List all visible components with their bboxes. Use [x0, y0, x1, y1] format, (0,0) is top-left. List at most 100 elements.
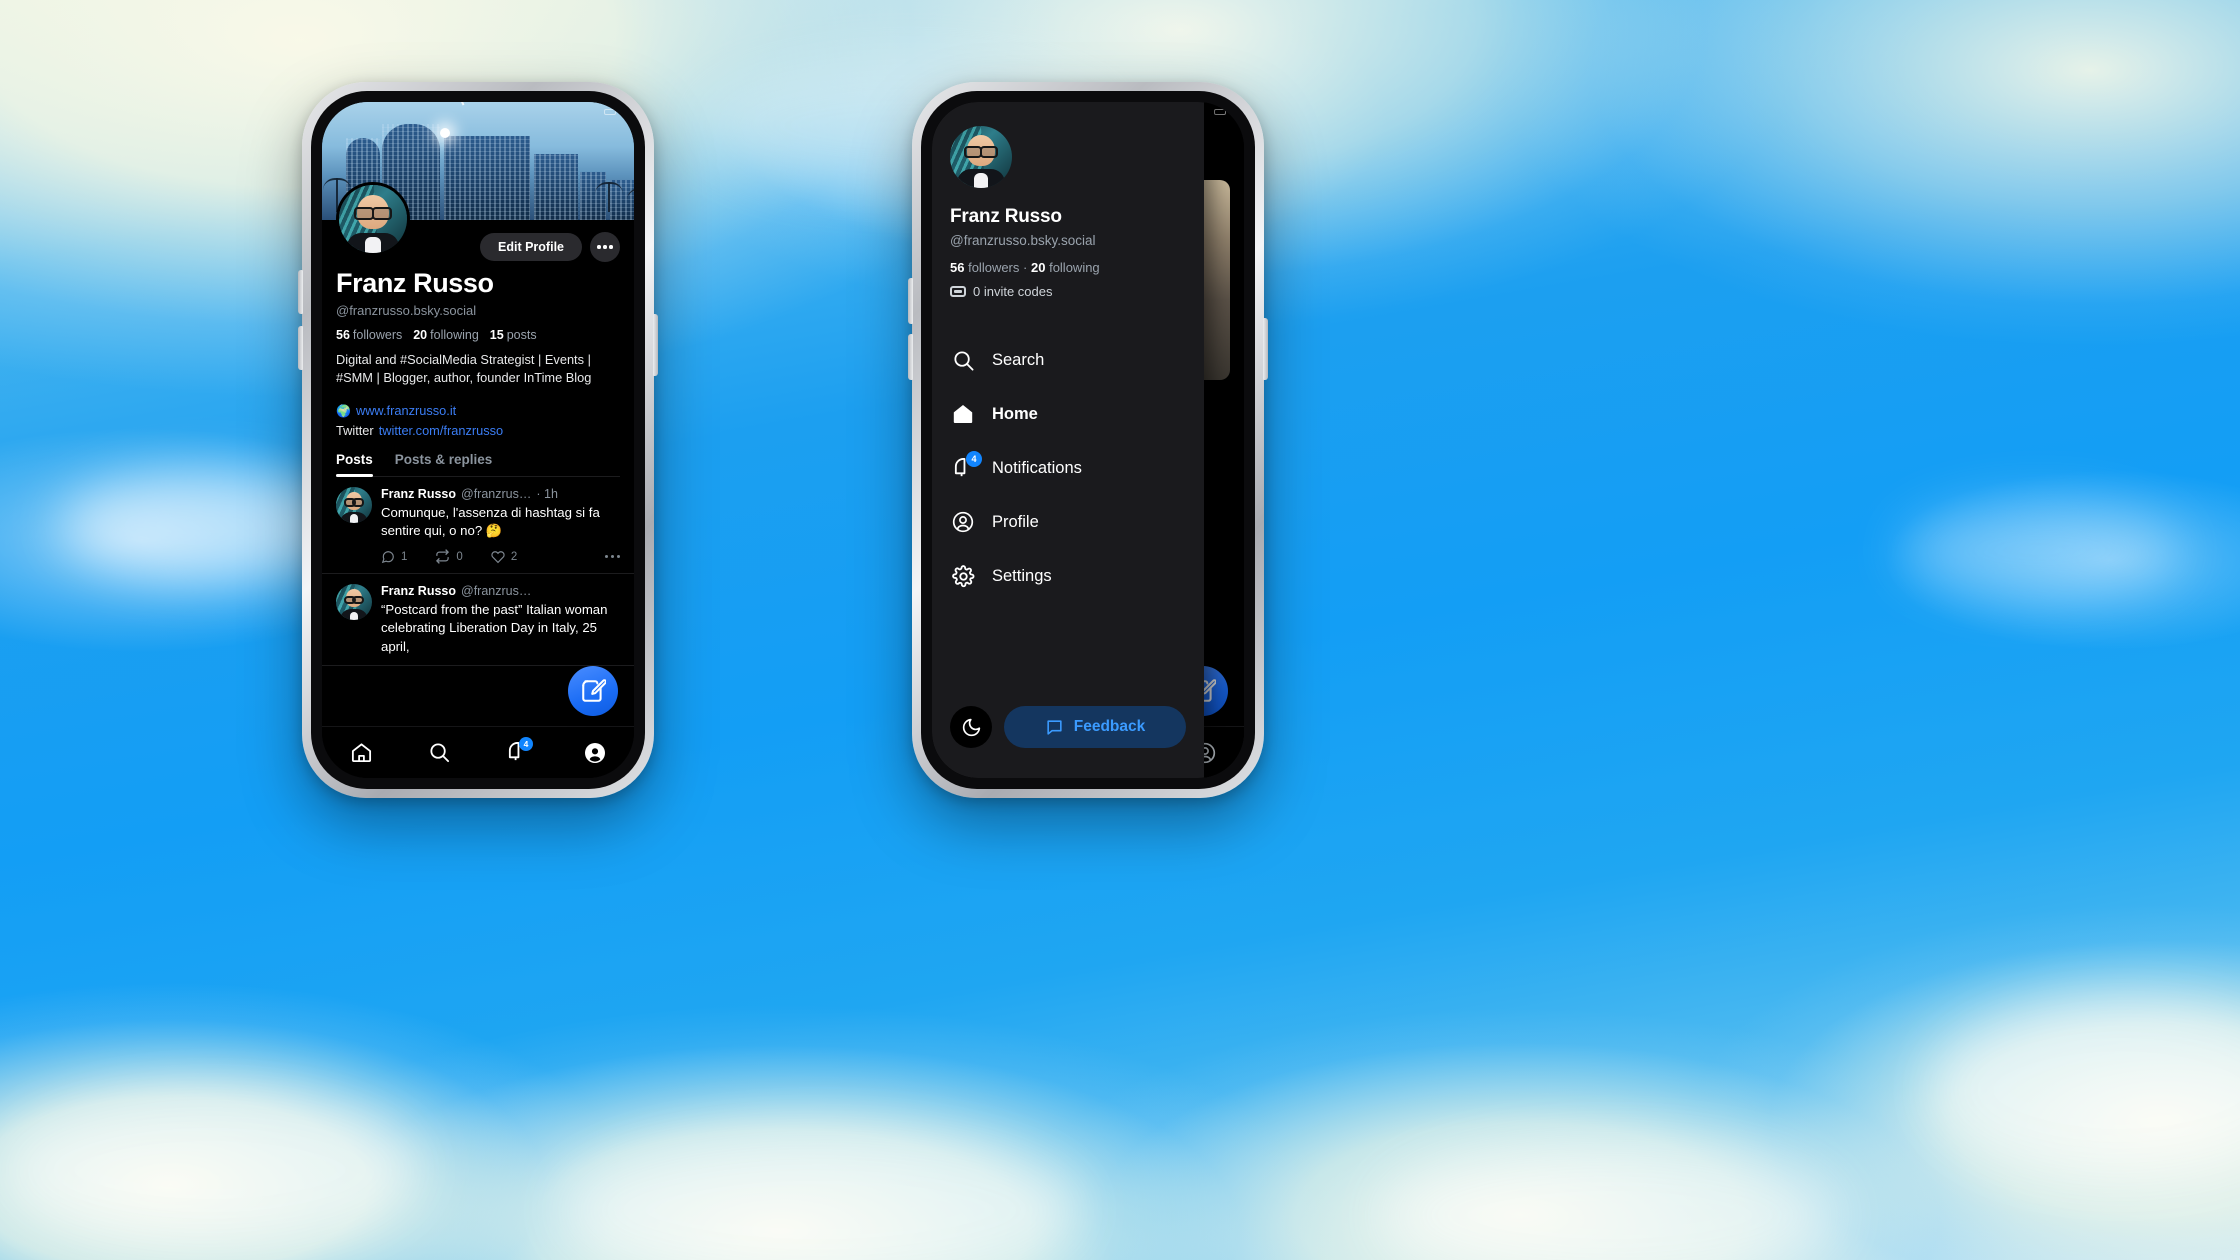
repost-count: 0 — [456, 550, 463, 563]
avatar-image — [950, 126, 1012, 188]
avatar-shirt — [349, 611, 359, 621]
followers-count: 56 — [336, 328, 350, 342]
drawer-handle: @franzrusso.bsky.social — [950, 233, 1096, 248]
profile-more-button[interactable] — [590, 232, 620, 262]
profile-tabs: Posts Posts & replies — [336, 452, 620, 477]
post-actions: 1 0 2 — [381, 549, 620, 564]
speech-bubble-icon — [1047, 719, 1062, 735]
power-button[interactable] — [653, 314, 658, 376]
post-author: Franz Russo — [381, 486, 457, 501]
drawer-display-name: Franz Russo — [950, 206, 1062, 227]
feedback-label: Feedback — [1073, 718, 1146, 735]
sidebar-item-label: Profile — [992, 512, 1039, 531]
post-handle: @franzrus… — [461, 584, 532, 599]
like-count: 2 — [510, 550, 518, 563]
stat-following[interactable]: 20 following — [413, 328, 479, 342]
tab-posts-replies[interactable]: Posts & replies — [395, 452, 493, 476]
like-button[interactable]: 2 — [491, 550, 517, 564]
drawer-followers-label: followers — [968, 260, 1020, 275]
website-link[interactable]: www.franzrusso.it — [356, 401, 456, 420]
feedback-button[interactable]: Feedback — [1004, 706, 1186, 748]
post-author: Franz Russo — [381, 584, 457, 599]
sidebar-item-search[interactable]: Search — [950, 333, 1186, 387]
post-timestamp: · 1h — [536, 486, 558, 501]
profile-header: Edit Profile Franz Russo @franzrusso.bsk… — [322, 182, 634, 477]
page-title: Franz Russo — [336, 268, 494, 298]
ellipsis-icon — [597, 245, 613, 249]
following-count: 20 — [413, 328, 428, 342]
sidebar-item-profile[interactable]: Profile — [950, 495, 1186, 549]
phone-right-screen: s hard in er I'll neer cided ner • • • ·… — [932, 102, 1244, 778]
stat-followers[interactable]: 56 followers — [336, 328, 402, 342]
tab-profile[interactable] — [573, 731, 617, 775]
sidebar-item-label: Notifications — [992, 458, 1082, 477]
avatar-shirt — [973, 173, 989, 188]
tab-notifications[interactable]: 4 — [495, 731, 539, 775]
volume-down-button[interactable] — [908, 334, 913, 380]
bell-icon: 4 — [950, 451, 982, 481]
volume-down-button[interactable] — [298, 326, 303, 370]
compose-icon — [582, 679, 606, 702]
volume-up-button[interactable] — [298, 270, 303, 314]
followers-label: followers — [352, 328, 403, 342]
table-row[interactable]: Franz Russo @franzrus… “Postcard from th… — [322, 574, 634, 666]
notification-badge: 4 — [966, 451, 982, 467]
comment-icon — [381, 550, 394, 563]
drawer-invite-codes[interactable]: 0 invite codes — [950, 284, 1186, 299]
tab-posts[interactable]: Posts — [336, 452, 373, 477]
gear-icon — [950, 563, 976, 589]
phone-right: s hard in er I'll neer cided ner • • • ·… — [908, 82, 1268, 798]
search-icon — [429, 743, 449, 763]
navigation-drawer: Franz Russo @franzrusso.bsky.social 56 f… — [932, 102, 1204, 778]
volume-up-button[interactable] — [908, 278, 913, 324]
post-header: Franz Russo @franzrus… — [381, 584, 620, 598]
compose-button[interactable] — [568, 666, 618, 716]
post-more-button[interactable] — [604, 554, 620, 559]
avatar-image — [339, 185, 407, 253]
power-button[interactable] — [1263, 318, 1268, 380]
theme-toggle-button[interactable] — [950, 706, 992, 748]
home-icon — [351, 743, 371, 763]
twitter-link[interactable]: twitter.com/franzrusso — [379, 421, 503, 440]
heart-icon — [491, 550, 505, 563]
person-icon — [950, 509, 976, 535]
edit-profile-button[interactable]: Edit Profile — [480, 233, 582, 261]
sidebar-item-label: Search — [992, 350, 1045, 369]
avatar-image — [336, 486, 372, 523]
avatar[interactable] — [336, 486, 372, 523]
search-icon — [950, 347, 976, 373]
avatar[interactable] — [950, 126, 1012, 188]
avatar[interactable] — [336, 182, 410, 256]
sidebar-item-label: Settings — [992, 566, 1052, 585]
post-text: “Postcard from the past” Italian woman c… — [381, 602, 608, 654]
sidebar-item-home[interactable]: Home — [950, 387, 1186, 441]
sidebar-item-settings[interactable]: Settings — [950, 549, 1186, 603]
avatar[interactable] — [336, 584, 372, 621]
table-row[interactable]: Franz Russo @franzrus… · 1h Comunque, l'… — [322, 477, 634, 575]
tab-home[interactable] — [339, 731, 383, 775]
sidebar-item-notifications[interactable]: 4 Notifications — [950, 441, 1186, 495]
post-content: Franz Russo @franzrus… “Postcard from th… — [381, 584, 620, 656]
invite-codes-label: 0 invite codes — [973, 284, 1053, 299]
banner-lens-flare — [440, 128, 450, 138]
avatar-shirt — [364, 236, 382, 253]
globe-icon: 🌍 — [336, 403, 351, 418]
reply-button[interactable]: 1 — [381, 550, 407, 564]
battery-icon — [1214, 109, 1226, 115]
repost-button[interactable]: 0 — [435, 549, 463, 564]
website-row: 🌍 www.franzrusso.it — [336, 401, 620, 420]
post-text: Comunque, l'assenza di hashtag si fa sen… — [381, 504, 600, 538]
phone-right-bezel: s hard in er I'll neer cided ner • • • ·… — [921, 91, 1255, 789]
phone-left: Edit Profile Franz Russo @franzrusso.bsk… — [298, 82, 658, 798]
post-feed: Franz Russo @franzrus… · 1h Comunque, l'… — [322, 476, 634, 666]
status-icons — [604, 109, 616, 115]
drawer-following-label: following — [1049, 260, 1100, 275]
avatar-glasses — [343, 595, 365, 604]
drawer-nav: Search Home 4 Notifications Profile Sett… — [950, 333, 1186, 603]
post-handle: @franzrus… — [461, 486, 532, 501]
repost-icon — [436, 549, 450, 564]
status-icons — [1214, 109, 1226, 115]
ticket-icon — [950, 286, 966, 297]
tab-search[interactable] — [417, 731, 461, 775]
drawer-stats: 56 followers · 20 following — [950, 260, 1186, 275]
